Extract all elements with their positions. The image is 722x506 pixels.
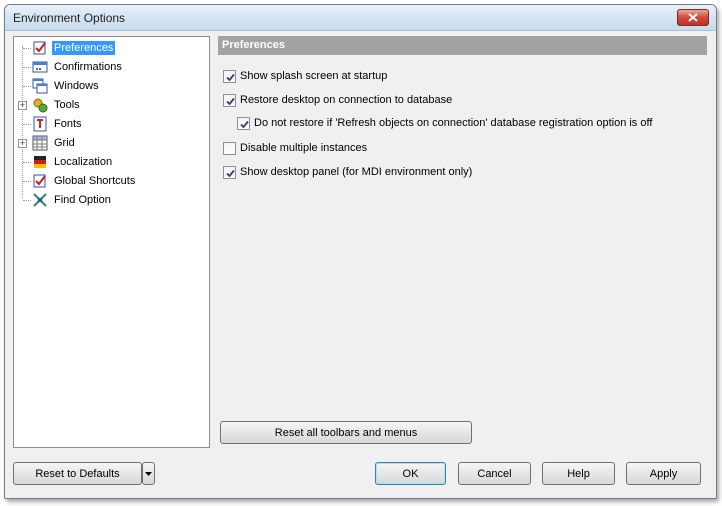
section-title: Preferences <box>218 36 707 55</box>
expand-icon[interactable]: + <box>18 101 27 110</box>
checkbox[interactable] <box>223 141 236 155</box>
help-button[interactable]: Help <box>542 462 615 485</box>
tree-item-tools[interactable]: + Tools <box>14 96 209 114</box>
tree-item-label: Global Shortcuts <box>54 175 136 187</box>
option-label: Show desktop panel (for MDI environment … <box>240 166 473 178</box>
tree-branch <box>23 86 31 87</box>
expand-icon[interactable]: + <box>18 139 27 148</box>
option-label: Disable multiple instances <box>240 142 368 154</box>
option-no-restore-refresh[interactable]: Do not restore if 'Refresh objects on co… <box>237 115 652 131</box>
tree-branch <box>23 67 31 68</box>
checkmark-icon <box>226 97 235 105</box>
window-title: Environment Options <box>13 11 126 25</box>
reset-toolbars-button[interactable]: Reset all toolbars and menus <box>220 421 472 444</box>
reset-dropdown-button[interactable] <box>142 462 155 485</box>
tree-item-preferences[interactable]: Preferences <box>14 39 209 57</box>
find-option-icon <box>33 193 47 207</box>
windows-icon <box>32 78 48 94</box>
tree-item-label: Fonts <box>54 118 82 130</box>
tree-item-grid[interactable]: + Grid <box>14 134 209 152</box>
tree-branch <box>23 48 31 49</box>
tree-branch <box>23 124 31 125</box>
tree-branch <box>23 200 31 201</box>
reset-to-defaults-button[interactable]: Reset to Defaults <box>13 462 142 485</box>
checkmark-icon <box>226 73 235 81</box>
checkmark-icon <box>240 120 249 128</box>
tree-item-label: Grid <box>54 137 75 149</box>
environment-options-window: Environment Options Preferences Confirma… <box>4 4 717 499</box>
option-label: Show splash screen at startup <box>240 70 388 82</box>
tree-branch <box>23 162 31 163</box>
close-icon <box>688 13 698 22</box>
tree-item-find-option[interactable]: Find Option <box>14 191 209 209</box>
fonts-icon <box>33 116 47 132</box>
tools-icon <box>33 98 48 113</box>
option-disable-multiple-instances[interactable]: Disable multiple instances <box>223 140 367 156</box>
option-splash-screen[interactable]: Show splash screen at startup <box>223 68 387 84</box>
option-desktop-panel[interactable]: Show desktop panel (for MDI environment … <box>223 164 472 180</box>
tree-item-label: Localization <box>54 156 113 168</box>
tree-item-localization[interactable]: Localization <box>14 153 209 171</box>
options-tree[interactable]: Preferences Confirmations Windows + Tool… <box>13 36 210 448</box>
tree-item-label: Windows <box>54 80 99 92</box>
tree-branch <box>23 181 31 182</box>
option-label: Do not restore if 'Refresh objects on co… <box>254 117 653 129</box>
tree-item-confirmations[interactable]: Confirmations <box>14 58 209 76</box>
tree-item-label: Tools <box>54 99 80 111</box>
checkbox[interactable] <box>223 69 236 83</box>
checkmark-icon <box>226 169 235 177</box>
chevron-down-icon <box>145 471 152 476</box>
apply-button[interactable]: Apply <box>626 462 701 485</box>
grid-icon <box>32 135 48 151</box>
tree-item-label: Preferences <box>52 41 116 55</box>
confirmations-icon <box>32 61 48 73</box>
option-label: Restore desktop on connection to databas… <box>240 94 453 106</box>
ok-button[interactable]: OK <box>375 462 446 485</box>
shortcuts-icon <box>33 174 46 188</box>
tree-item-label: Confirmations <box>54 61 122 73</box>
checkbox[interactable] <box>223 165 236 179</box>
localization-icon <box>34 156 46 168</box>
tree-item-label: Find Option <box>54 194 111 206</box>
checkbox[interactable] <box>223 93 236 107</box>
tree-item-fonts[interactable]: Fonts <box>14 115 209 133</box>
reset-to-defaults-label: Reset to Defaults <box>35 467 120 480</box>
cancel-button[interactable]: Cancel <box>458 462 531 485</box>
checkbox[interactable] <box>237 116 250 130</box>
tree-item-global-shortcuts[interactable]: Global Shortcuts <box>14 172 209 190</box>
title-bar[interactable]: Environment Options <box>5 5 716 31</box>
option-restore-desktop[interactable]: Restore desktop on connection to databas… <box>223 92 452 108</box>
preferences-icon <box>33 41 46 55</box>
tree-item-windows[interactable]: Windows <box>14 77 209 95</box>
close-button[interactable] <box>677 9 709 26</box>
